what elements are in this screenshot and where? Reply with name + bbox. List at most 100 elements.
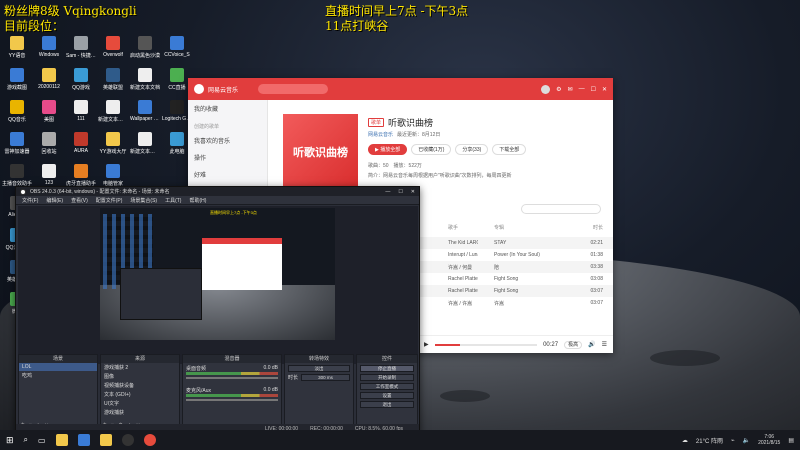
volume-slider[interactable] [186, 377, 278, 379]
obs-control-button[interactable]: 开始录制 [360, 374, 414, 381]
taskbar-app-icon[interactable] [77, 434, 90, 446]
desktop-icon[interactable]: 启动黑色沙漠 [130, 36, 160, 59]
playlist-cover[interactable]: 听歌识曲榜 [283, 114, 358, 189]
source-item[interactable]: 文本 (GDI+) [101, 390, 179, 399]
volume-slider[interactable] [186, 399, 278, 401]
desktop-icon[interactable]: 游戏截图 [2, 68, 32, 91]
desktop-icon[interactable]: 123 [34, 164, 64, 186]
collect-button[interactable]: 已收藏(1万) [411, 144, 452, 155]
clock[interactable]: 7:06 2021/8/15 [758, 434, 780, 446]
desktop-icon[interactable]: 电脑管家 [98, 164, 128, 187]
sidebar-item-liked[interactable]: 我喜欢的音乐 [188, 132, 267, 149]
desktop-icon[interactable]: 111 [66, 100, 96, 122]
desktop-icon[interactable]: 新建文本文档 (3) [130, 132, 160, 155]
playlist-search-input[interactable] [521, 204, 601, 214]
desktop-icon[interactable]: 主播音效助手 [2, 164, 32, 187]
volume-meter [186, 394, 278, 397]
minimize-icon[interactable]: — [579, 86, 585, 92]
obs-minimize-icon[interactable]: — [385, 189, 390, 195]
obs-menu-item[interactable]: 配置文件(P) [96, 197, 123, 204]
obs-control-button[interactable]: 停止直播 [360, 365, 414, 372]
desktop-icon[interactable]: Overwolf [98, 36, 128, 58]
notification-icon[interactable]: ▤ [788, 437, 794, 444]
playlist-icon[interactable]: ☰ [602, 341, 607, 348]
play-pause-icon[interactable]: ▶ [424, 341, 429, 348]
desktop-icon[interactable]: 新建文本文档 [130, 68, 160, 91]
creator-name[interactable]: 网易云音乐 [368, 131, 393, 138]
song-row[interactable]: 许嵩 / 许嵩 许嵩 03:07 [418, 297, 613, 309]
scene-item[interactable]: 吃鸡 [19, 371, 97, 380]
quality-button[interactable]: 极高 [564, 340, 583, 349]
obs-taskbar-icon[interactable] [121, 434, 134, 446]
sidebar-item-favorites[interactable]: 我的收藏 [188, 100, 267, 117]
obs-menu-item[interactable]: 帮助(H) [189, 197, 206, 204]
speaker-icon[interactable]: 🔈 [743, 437, 750, 444]
desktop-icon[interactable]: YY游戏大厅 [98, 132, 128, 155]
obs-menu-item[interactable]: 场景集合(S) [130, 197, 157, 204]
obs-menu-item[interactable]: 工具(T) [165, 197, 181, 204]
obs-close-icon[interactable]: ✕ [411, 189, 415, 195]
obs-control-button[interactable]: 设置 [360, 392, 414, 399]
song-artist: The Kid LAROI / Ju [448, 240, 478, 246]
desktop-icon[interactable]: Windows [34, 36, 64, 58]
obs-menu-item[interactable]: 查看(V) [71, 197, 88, 204]
source-item[interactable]: 图像 [101, 372, 179, 381]
weather-icon[interactable]: ☁ [682, 437, 688, 444]
close-icon[interactable]: ✕ [602, 86, 607, 93]
desktop-icon[interactable]: 美图 [34, 100, 64, 123]
source-item[interactable]: 游戏捕获 [101, 408, 179, 417]
network-icon[interactable]: ⌁ [731, 437, 735, 444]
schedule-text-2: 11点打峡谷 [325, 19, 389, 33]
desktop-icon[interactable]: QQ游戏 [66, 68, 96, 91]
maximize-icon[interactable]: ☐ [591, 86, 596, 93]
progress-bar[interactable] [434, 343, 538, 346]
duration-input[interactable]: 300 ms [301, 374, 350, 381]
desktop-icon[interactable]: Wallpaper Engine [130, 100, 160, 122]
obs-menu-item[interactable]: 文件(F) [22, 197, 38, 204]
obs-maximize-icon[interactable]: ☐ [398, 189, 402, 195]
scene-item[interactable]: LOL [19, 363, 97, 371]
desktop-icon[interactable]: QQ音乐 [2, 100, 32, 123]
volume-icon[interactable]: 🔊 [588, 341, 595, 348]
song-row[interactable]: Interupt / Luna LeP Power (In Your Soul) 0… [418, 249, 613, 261]
desktop-icon[interactable]: YY语音 [2, 36, 32, 59]
search-icon[interactable]: ⌕ [24, 435, 28, 445]
transition-select[interactable]: 淡出 [288, 365, 350, 372]
desktop-icon[interactable]: 回收站 [34, 132, 64, 155]
sidebar-item-playlist-2[interactable]: 好难 [188, 166, 267, 183]
source-item[interactable]: 视频捕获设备 [101, 381, 179, 390]
taskbar-app-icon[interactable] [55, 434, 68, 446]
music-search-input[interactable] [258, 84, 329, 94]
task-view-icon[interactable]: ▭ [38, 436, 46, 445]
desktop-icon[interactable]: 20200112 [34, 68, 64, 90]
source-item[interactable]: UI文字 [101, 399, 179, 408]
obs-control-button[interactable]: 工作室模式 [360, 383, 414, 390]
weather-text[interactable]: 21°C 阵雨 [696, 436, 723, 445]
song-row[interactable]: Rachel Platten Fight Song 03:08 [418, 273, 613, 285]
desktop-icon[interactable]: 新建文本文档 (2) [98, 100, 128, 123]
desktop-icon[interactable]: 英雄联盟 [98, 68, 128, 91]
desktop-icon[interactable]: 雷神加速器 [2, 132, 32, 155]
song-row[interactable]: 许嵩 / 何曼 陪 03:38 [418, 261, 613, 273]
start-icon[interactable]: ⊞ [6, 435, 14, 446]
obs-preview[interactable]: 直播时间早上7点 -下午3点 [18, 206, 418, 364]
desktop-icon[interactable]: CCVoice_S [162, 36, 192, 58]
source-item[interactable]: 游戏捕获 2 [101, 363, 179, 372]
play-all-button[interactable]: ▶ 播放全部 [368, 144, 408, 155]
desktop-icon[interactable]: 虎牙直播助手 [66, 164, 96, 187]
user-avatar[interactable] [541, 84, 551, 94]
obs-control-button[interactable]: 退出 [360, 401, 414, 408]
desktop-icon[interactable]: Sam - 快捷方式 [66, 36, 96, 59]
sidebar-item-playlist-1[interactable]: 操作 [188, 149, 267, 166]
taskbar-app-icon[interactable] [99, 434, 112, 446]
desktop-icon[interactable]: AURA [66, 132, 96, 154]
obs-menu-item[interactable]: 编辑(E) [46, 197, 63, 204]
song-row[interactable]: The Kid LAROI / Ju STAY 02:21 [418, 237, 613, 249]
download-all-button[interactable]: 下载全部 [492, 144, 527, 155]
settings-icon[interactable]: ⚙ [556, 86, 561, 93]
song-row[interactable]: Rachel Platten Fight Song 03:07 [418, 285, 613, 297]
share-button[interactable]: 分享(33) [455, 144, 489, 155]
mail-icon[interactable]: ✉ [568, 86, 573, 93]
playlist-title: 听歌识曲榜 [388, 118, 434, 128]
netease-taskbar-icon[interactable] [143, 434, 156, 446]
